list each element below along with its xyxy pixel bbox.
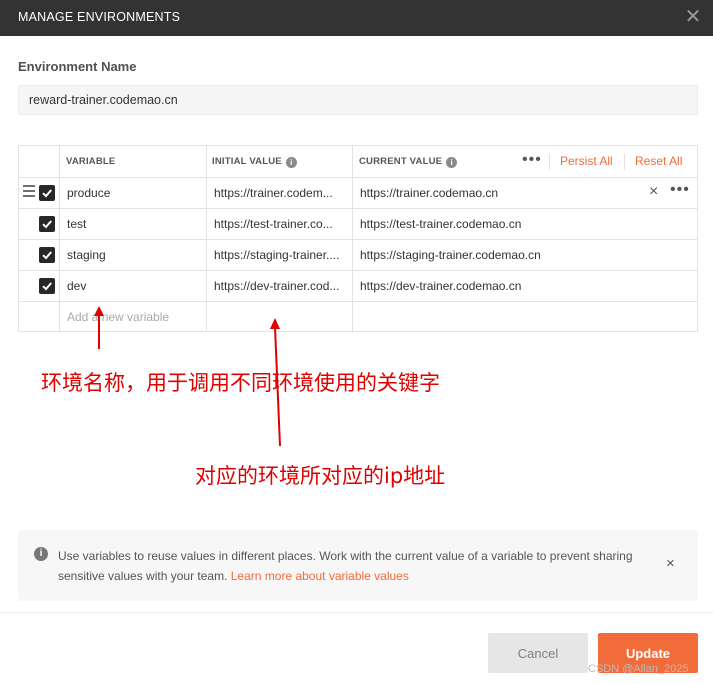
- header-initial-value-label: INITIAL VALUE: [212, 156, 282, 167]
- add-variable-placeholder[interactable]: Add a new variable: [67, 310, 202, 324]
- column-divider: [352, 178, 353, 208]
- column-divider: [59, 146, 60, 177]
- table-row[interactable]: produce https://trainer.codem... https:/…: [19, 177, 697, 208]
- column-divider: [206, 302, 207, 332]
- persist-all-button[interactable]: Persist All: [560, 154, 613, 168]
- variable-cell[interactable]: test: [67, 217, 202, 231]
- column-divider: [206, 146, 207, 177]
- variable-cell[interactable]: produce: [67, 186, 202, 200]
- clear-icon[interactable]: ×: [649, 183, 658, 201]
- drag-handle-icon[interactable]: [23, 185, 35, 199]
- environment-name-input[interactable]: [18, 85, 698, 115]
- dialog-title: MANAGE ENVIRONMENTS: [18, 10, 181, 24]
- row-enabled-checkbox[interactable]: [39, 278, 55, 294]
- row-enabled-checkbox[interactable]: [39, 216, 55, 232]
- row-more-icon[interactable]: •••: [670, 181, 690, 199]
- column-divider: [59, 209, 60, 239]
- variables-table: VARIABLE INITIAL VALUE i CURRENT VALUE i •…: [18, 145, 698, 332]
- learn-more-link[interactable]: Learn more about variable values: [231, 569, 409, 583]
- reset-all-button[interactable]: Reset All: [635, 154, 682, 168]
- column-divider: [59, 178, 60, 208]
- column-divider: [352, 302, 353, 332]
- column-divider: [352, 146, 353, 177]
- dialog-titlebar: MANAGE ENVIRONMENTS ✕: [0, 0, 713, 36]
- column-divider: [206, 209, 207, 239]
- initial-value-cell[interactable]: https://trainer.codem...: [214, 186, 348, 200]
- column-divider: [59, 271, 60, 301]
- header-variable: VARIABLE: [66, 156, 116, 167]
- info-text: Use variables to reuse values in differe…: [58, 546, 648, 586]
- watermark: CSDN @Allan_2025: [588, 663, 689, 675]
- dismiss-icon[interactable]: ×: [666, 555, 675, 572]
- column-divider: [206, 240, 207, 270]
- table-row[interactable]: staging https://staging-trainer.... http…: [19, 239, 697, 270]
- initial-value-cell[interactable]: https://staging-trainer....: [214, 248, 348, 262]
- initial-value-cell[interactable]: https://dev-trainer.cod...: [214, 279, 348, 293]
- info-banner: i Use variables to reuse values in diffe…: [18, 530, 698, 601]
- more-options-icon[interactable]: •••: [522, 151, 542, 169]
- footer-divider: [0, 612, 713, 613]
- header-divider: [549, 154, 550, 170]
- header-current-value: CURRENT VALUE i: [359, 156, 458, 168]
- header-divider: [624, 154, 625, 170]
- column-divider: [59, 302, 60, 332]
- header-initial-value: INITIAL VALUE i: [212, 156, 297, 168]
- column-divider: [352, 271, 353, 301]
- initial-value-cell[interactable]: https://test-trainer.co...: [214, 217, 348, 231]
- variable-cell[interactable]: dev: [67, 279, 202, 293]
- info-icon: i: [34, 547, 48, 561]
- column-divider: [352, 240, 353, 270]
- info-icon[interactable]: i: [285, 157, 297, 168]
- cancel-button[interactable]: Cancel: [488, 633, 588, 673]
- variable-cell[interactable]: staging: [67, 248, 202, 262]
- column-divider: [352, 209, 353, 239]
- environment-name-label: Environment Name: [18, 59, 137, 74]
- row-enabled-checkbox[interactable]: [39, 185, 55, 201]
- add-variable-row[interactable]: Add a new variable: [19, 301, 697, 332]
- current-value-cell[interactable]: https://dev-trainer.codemao.cn: [360, 279, 660, 293]
- current-value-cell[interactable]: https://trainer.codemao.cn: [360, 186, 630, 200]
- current-value-cell[interactable]: https://test-trainer.codemao.cn: [360, 217, 660, 231]
- column-divider: [206, 178, 207, 208]
- info-icon[interactable]: i: [446, 157, 458, 168]
- header-current-value-label: CURRENT VALUE: [359, 156, 443, 167]
- table-row[interactable]: dev https://dev-trainer.cod... https://d…: [19, 270, 697, 301]
- table-header: VARIABLE INITIAL VALUE i CURRENT VALUE i •…: [19, 146, 697, 177]
- column-divider: [206, 271, 207, 301]
- table-row[interactable]: test https://test-trainer.co... https://…: [19, 208, 697, 239]
- annotation-variable-note: 环境名称，用于调用不同环境使用的关键字: [41, 371, 440, 395]
- close-icon[interactable]: ✕: [683, 7, 703, 27]
- row-enabled-checkbox[interactable]: [39, 247, 55, 263]
- annotation-value-note: 对应的环境所对应的ip地址: [195, 464, 446, 488]
- current-value-cell[interactable]: https://staging-trainer.codemao.cn: [360, 248, 660, 262]
- column-divider: [59, 240, 60, 270]
